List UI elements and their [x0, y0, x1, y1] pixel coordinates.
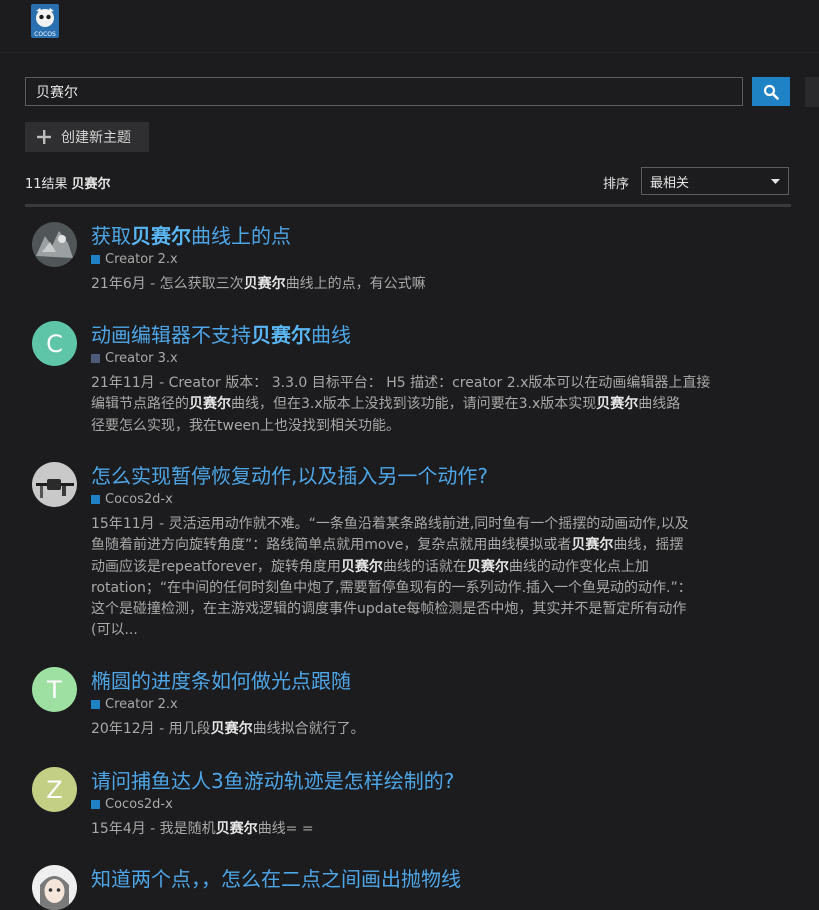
text-fragment: 20年12月 - 用几段: [91, 721, 211, 737]
highlight-term: 贝赛尔: [251, 323, 311, 347]
results-divider: [25, 204, 791, 207]
search-icon: [763, 84, 779, 100]
category-badge[interactable]: Creator 3.x: [91, 351, 178, 366]
topic-title-link[interactable]: 知道两个点，，怎么在二点之间画出抛物线: [91, 863, 461, 892]
text-fragment: 曲线= =: [257, 821, 314, 837]
highlight-term: 贝赛尔: [571, 537, 614, 554]
text-fragment: 请问捕鱼达人3鱼游动轨迹是怎样绘制的?: [91, 769, 455, 793]
category-color-swatch: [91, 354, 100, 363]
category-badge[interactable]: Creator 2.x: [91, 697, 178, 712]
category-badge[interactable]: Cocos2d-x: [91, 797, 173, 812]
search-button[interactable]: [752, 77, 790, 106]
avatar[interactable]: [32, 222, 77, 267]
highlight-term: 贝赛尔: [243, 276, 286, 292]
category-label: Cocos2d-x: [105, 797, 173, 812]
text-fragment: 编辑节点路径的: [91, 396, 189, 413]
topic-blurb: 21年6月 - 怎么获取三次贝赛尔曲线上的点，有公式嘛: [91, 274, 771, 295]
create-topic-button[interactable]: 创建新主题: [25, 122, 149, 152]
topic-title-link[interactable]: 椭圆的进度条如何做光点跟随: [91, 665, 351, 694]
highlight-term: 贝赛尔: [131, 224, 191, 248]
create-topic-label: 创建新主题: [61, 130, 131, 146]
text-fragment: 曲线，摇摆: [613, 537, 684, 554]
text-fragment: 径要怎么实现，我在tween上也没找到相关功能。: [91, 417, 401, 434]
category-label: Creator 2.x: [105, 252, 178, 267]
highlight-term: 贝赛尔: [210, 721, 253, 737]
avatar[interactable]: C: [32, 321, 77, 366]
text-fragment: rotation；“在中间的任何时刻鱼中炮了,需要暂停鱼现有的一系列动作.插入一…: [91, 579, 692, 596]
text-fragment: 知道两个点，，怎么在二点之间画出抛物线: [91, 867, 461, 891]
text-fragment: 21年11月 - Creator 版本： 3.3.0 目标平台： H5 描述：c…: [91, 375, 711, 391]
plus-icon: [37, 130, 51, 144]
text-fragment: 曲线的动作变化点上加: [508, 558, 649, 575]
category-badge[interactable]: Creator 2.x: [91, 252, 178, 267]
side-panel-edge: [805, 77, 819, 107]
results-term: 贝赛尔: [71, 177, 111, 192]
highlight-term: 贝赛尔: [596, 396, 639, 413]
search-input[interactable]: [25, 77, 743, 106]
text-fragment: 曲线上的点: [191, 224, 291, 248]
avatar[interactable]: T: [32, 667, 77, 712]
text-fragment: 椭圆的进度条如何做光点跟随: [91, 669, 351, 693]
text-fragment: 曲线路: [638, 396, 681, 413]
category-label: Creator 3.x: [105, 351, 178, 366]
category-color-swatch: [91, 255, 100, 264]
sort-selected-value: 最相关: [650, 175, 690, 191]
text-fragment: 这个是碰撞检测，在主游戏逻辑的调度事件update每帧检测是否中炮，其实并不是暂…: [91, 601, 687, 618]
text-fragment: 21年6月 - 怎么获取三次: [91, 276, 244, 292]
text-fragment: (可以...: [91, 622, 138, 639]
text-fragment: 鱼随着前进方向旋转角度”：路线简单点就用move，复杂点就用曲线模拟或者: [91, 537, 572, 554]
cocos-logo[interactable]: COCOS: [31, 4, 59, 38]
text-fragment: 怎么实现暂停恢复动作,以及插入另一个动作?: [91, 464, 488, 488]
category-label: Creator 2.x: [105, 697, 178, 712]
text-fragment: 动画应该是repeatforever，旋转角度用: [91, 558, 341, 575]
topic-title-link[interactable]: 获取贝赛尔曲线上的点: [91, 220, 291, 249]
text-fragment: 获取: [91, 224, 131, 248]
text-fragment: 曲线，但在3.x版本上没找到该功能，请问要在3.x版本实现: [231, 396, 597, 413]
svg-text:COCOS: COCOS: [34, 31, 56, 38]
sort-select[interactable]: 最相关: [641, 167, 789, 195]
avatar[interactable]: [32, 865, 77, 910]
chevron-down-icon: [771, 179, 780, 184]
text-fragment: 曲线上的点，有公式嘛: [285, 276, 426, 292]
top-bar: COCOS: [0, 0, 819, 53]
results-summary: 11结果 贝赛尔: [25, 173, 111, 192]
topic-blurb: 15年4月 - 我是随机贝赛尔曲线= =: [91, 819, 771, 840]
topic-blurb: 21年11月 - Creator 版本： 3.3.0 目标平台： H5 描述：c…: [91, 373, 771, 437]
topic-title-link[interactable]: 怎么实现暂停恢复动作,以及插入另一个动作?: [91, 460, 488, 489]
text-fragment: 15年11月 - 灵活运用动作就不难。“一条鱼沿着某条路线前进,同时鱼有一个摇摆…: [91, 516, 689, 532]
highlight-term: 贝赛尔: [189, 396, 231, 413]
category-color-swatch: [91, 700, 100, 709]
text-fragment: 曲线: [311, 323, 351, 347]
sort-label: 排序: [603, 177, 630, 192]
avatar[interactable]: Z: [32, 767, 77, 812]
avatar[interactable]: [32, 462, 77, 507]
topic-blurb: 20年12月 - 用几段贝赛尔曲线拟合就行了。: [91, 719, 771, 740]
highlight-term: 贝赛尔: [340, 558, 383, 575]
cocos-logo-icon: COCOS: [31, 4, 59, 38]
category-color-swatch: [91, 800, 100, 809]
results-count: 11结果: [25, 177, 68, 192]
topic-blurb: 15年11月 - 灵活运用动作就不难。“一条鱼沿着某条路线前进,同时鱼有一个摇摆…: [91, 514, 771, 642]
text-fragment: 15年4月 - 我是随机: [91, 821, 216, 837]
category-badge[interactable]: Cocos2d-x: [91, 492, 173, 507]
text-fragment: 曲线的话就在: [382, 558, 467, 575]
text-fragment: 动画编辑器不支持: [91, 323, 251, 347]
category-color-swatch: [91, 495, 100, 504]
category-label: Cocos2d-x: [105, 492, 173, 507]
highlight-term: 贝赛尔: [466, 558, 509, 575]
topic-title-link[interactable]: 请问捕鱼达人3鱼游动轨迹是怎样绘制的?: [91, 765, 454, 794]
highlight-term: 贝赛尔: [215, 821, 258, 837]
topic-title-link[interactable]: 动画编辑器不支持贝赛尔曲线: [91, 319, 351, 348]
text-fragment: 曲线拟合就行了。: [252, 721, 365, 737]
